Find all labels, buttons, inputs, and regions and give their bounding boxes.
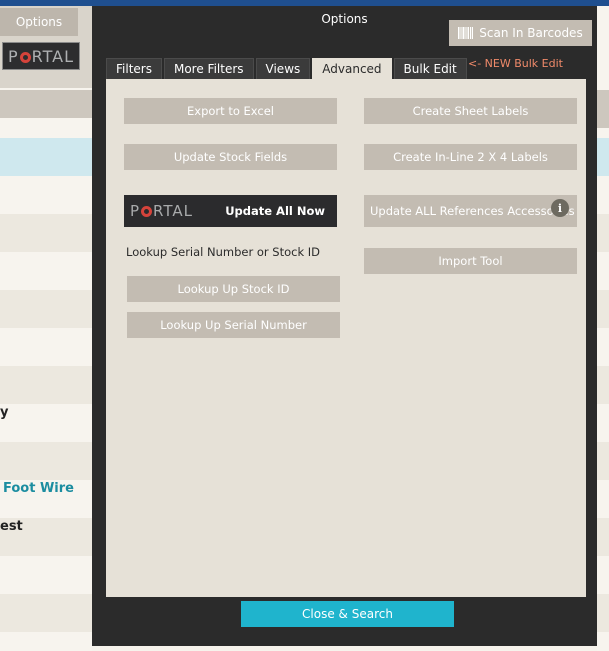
barcode-icon	[458, 27, 474, 39]
tab-views[interactable]: Views	[255, 58, 311, 79]
background-stripe	[597, 366, 609, 404]
create-inline-labels-button[interactable]: Create In-Line 2 X 4 Labels	[364, 144, 577, 170]
update-all-references-button[interactable]: Update ALL References Accessories i	[364, 195, 577, 227]
lookup-serial-number-button[interactable]: Lookup Up Serial Number	[127, 312, 340, 338]
table-row[interactable]	[0, 442, 92, 480]
options-modal: Options Scan In Barcodes Filters More Fi…	[92, 6, 597, 646]
background-options-button[interactable]: Options	[0, 8, 78, 36]
background-row-text: y	[0, 405, 9, 420]
portal-logo-o-icon	[141, 205, 153, 217]
table-row[interactable]	[0, 366, 92, 404]
table-row[interactable]	[0, 214, 92, 252]
portal-logo-text-end: RTAL	[31, 46, 74, 66]
portal-logo-text-start: P	[8, 46, 19, 66]
background-stripe	[597, 214, 609, 252]
background-row-link[interactable]: Foot Wire	[3, 481, 74, 496]
info-icon[interactable]: i	[551, 199, 569, 217]
table-row[interactable]	[0, 138, 92, 176]
lookup-label: Lookup Serial Number or Stock ID	[126, 245, 321, 259]
background-stripe	[597, 594, 609, 632]
portal-logo: P RTAL	[130, 202, 193, 220]
tab-advanced[interactable]: Advanced	[312, 58, 392, 79]
background-row-text: est	[0, 519, 23, 534]
table-row[interactable]	[0, 594, 92, 632]
background-stripe	[597, 90, 609, 128]
portal-logo-text-start: P	[130, 202, 141, 220]
scan-barcodes-label: Scan In Barcodes	[479, 26, 583, 40]
background-stripe	[597, 442, 609, 480]
update-stock-fields-button[interactable]: Update Stock Fields	[124, 144, 337, 170]
update-all-references-label: Update ALL References Accessories	[370, 204, 575, 218]
import-tool-button[interactable]: Import Tool	[364, 248, 577, 274]
background-stripe	[597, 290, 609, 328]
tab-filters[interactable]: Filters	[106, 58, 162, 79]
lookup-stock-id-button[interactable]: Lookup Up Stock ID	[127, 276, 340, 302]
tab-more-filters[interactable]: More Filters	[163, 58, 254, 79]
update-all-now-button[interactable]: P RTAL Update All Now	[124, 195, 337, 227]
table-row[interactable]	[0, 290, 92, 328]
background-portal-logo: P RTAL	[2, 42, 80, 70]
create-sheet-labels-button[interactable]: Create Sheet Labels	[364, 98, 577, 124]
new-bulk-edit-notice: <- NEW Bulk Edit	[468, 57, 563, 70]
options-tabs: Filters More Filters Views Advanced Bulk…	[106, 58, 467, 79]
export-excel-button[interactable]: Export to Excel	[124, 98, 337, 124]
portal-logo-text-end: RTAL	[153, 202, 193, 220]
background-column-header	[0, 90, 92, 118]
scan-barcodes-button[interactable]: Scan In Barcodes	[449, 20, 592, 46]
advanced-panel: Export to Excel Create Sheet Labels Upda…	[106, 79, 586, 597]
portal-logo-o-icon	[19, 51, 31, 63]
tab-bulk-edit[interactable]: Bulk Edit	[393, 58, 467, 79]
update-all-now-label: Update All Now	[225, 204, 325, 218]
background-stripe	[597, 518, 609, 556]
close-and-search-button[interactable]: Close & Search	[241, 601, 454, 627]
background-stripe	[597, 138, 609, 176]
